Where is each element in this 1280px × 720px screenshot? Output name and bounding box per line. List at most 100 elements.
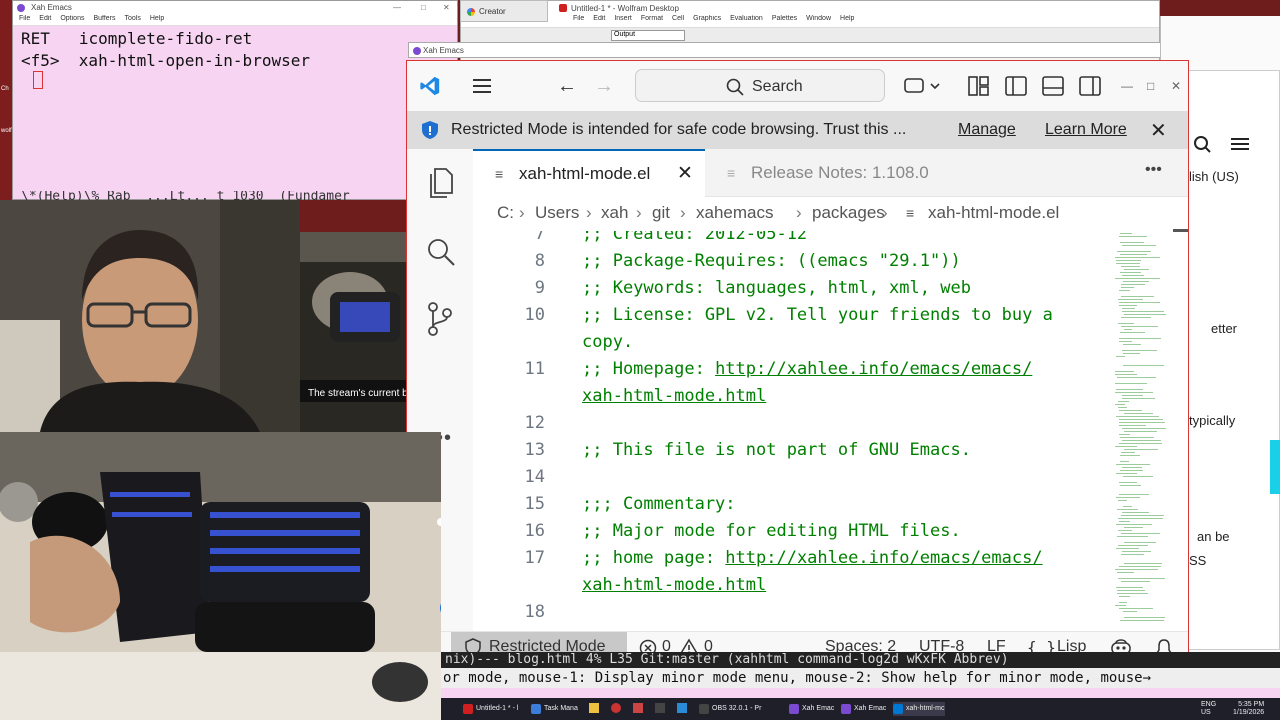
folder-icon[interactable]	[589, 703, 599, 713]
code-line[interactable]: copy.	[582, 332, 633, 352]
editor-scrollbar[interactable]	[1173, 229, 1188, 631]
menu-evaluation[interactable]: Evaluation	[730, 15, 763, 27]
close-banner-icon[interactable]: ✕	[1150, 118, 1167, 143]
emacs-icon	[17, 4, 25, 12]
menu-icon[interactable]	[1231, 137, 1249, 151]
code-line[interactable]: xah-html-mode.html	[582, 386, 766, 406]
comment-text: ;;; Commentary:	[582, 494, 736, 514]
tab-xah-html-mode[interactable]: ≡ xah-html-mode.el ✕	[473, 149, 705, 197]
search-icon[interactable]	[1193, 135, 1211, 153]
emacs-help-window[interactable]: Xah Emacs — □ ✕ File Edit Options Buffer…	[12, 0, 458, 203]
code-line[interactable]: ;; Major mode for editing HTML files.	[582, 521, 961, 541]
menu-graphics[interactable]: Graphics	[693, 15, 721, 27]
customize-layout-icon[interactable]	[968, 76, 990, 96]
tab-release-notes[interactable]: ≡ Release Notes: 1.108.0	[705, 149, 971, 197]
menu-buffers[interactable]: Buffers	[93, 15, 115, 25]
menu-format[interactable]: Format	[641, 15, 663, 27]
input-language[interactable]: ENG US	[1201, 701, 1216, 717]
keybinding-line: RET icomplete-fido-ret	[21, 29, 253, 48]
menu-cell[interactable]: Cell	[672, 15, 684, 27]
back-arrow-icon[interactable]: ←	[557, 75, 577, 97]
minimap-line	[1118, 299, 1143, 300]
forward-arrow-icon[interactable]: →	[594, 75, 614, 97]
code-line[interactable]: ;;; Commentary:	[582, 494, 736, 514]
breadcrumb-item[interactable]: C:	[497, 203, 514, 223]
breadcrumb-item[interactable]: packages	[812, 203, 885, 223]
clock[interactable]: 5:35 PM 1/19/2026	[1233, 701, 1264, 717]
code-line[interactable]: ;; Package-Requires: ((emacs "29.1"))	[582, 251, 961, 271]
menu-edit[interactable]: Edit	[593, 15, 605, 27]
manage-link[interactable]: Manage	[958, 121, 1016, 139]
minimize-icon[interactable]: —	[393, 3, 401, 12]
style-select[interactable]: Output	[611, 30, 685, 41]
code-line[interactable]: ;; License: GPL v2. Tell your friends to…	[582, 305, 1053, 325]
emacs-second-titlebar[interactable]: Xah Emacs	[408, 42, 1166, 58]
search-icon[interactable]	[426, 237, 456, 267]
command-center-search[interactable]: Search	[635, 69, 885, 102]
taskbar-item[interactable]: Untitled-1 * - l	[463, 702, 518, 716]
breadcrumb-item[interactable]: git	[652, 203, 670, 223]
minimap-line	[1122, 398, 1155, 399]
terminal-icon[interactable]	[655, 703, 665, 713]
app-icon[interactable]	[611, 703, 621, 713]
breadcrumb-item[interactable]: xah	[601, 203, 628, 223]
copilot-chat-icon[interactable]	[903, 75, 943, 97]
more-actions-icon[interactable]: •••	[1145, 161, 1162, 179]
toggle-panel-icon[interactable]	[1042, 76, 1064, 96]
code-line[interactable]: ;; This file is not part of GNU Emacs.	[582, 440, 971, 460]
code-line[interactable]: ;; Homepage: http://xahlee.info/emacs/em…	[582, 359, 1032, 379]
hamburger-menu-icon[interactable]	[473, 78, 491, 94]
editor-tabs: ≡ xah-html-mode.el ✕ ≡ Release Notes: 1.…	[473, 149, 1188, 197]
url-link[interactable]: xah-html-mode.html	[582, 386, 766, 406]
menu-tools[interactable]: Tools	[125, 15, 141, 25]
wolfram-menubar[interactable]: File Edit Insert Format Cell Graphics Ev…	[461, 15, 1159, 27]
taskbar-item[interactable]: OBS 32.0.1 - Pr	[699, 702, 761, 716]
minimap-line	[1121, 296, 1154, 297]
menu-options[interactable]: Options	[60, 15, 84, 25]
close-tab-icon[interactable]: ✕	[677, 150, 693, 198]
code-line[interactable]: ;; Keywords: languages, html, xml, web	[582, 278, 971, 298]
code-line[interactable]: xah-html-mode.html	[582, 575, 766, 595]
breadcrumb-item[interactable]: xahemacs	[696, 203, 773, 223]
url-link[interactable]: http://xahlee.info/emacs/emacs/	[725, 548, 1042, 568]
browser-tab[interactable]: Creator	[460, 0, 548, 22]
taskbar-item-active[interactable]: xah-html-mc	[893, 702, 945, 716]
desktop-edge: Ch wolf	[0, 0, 12, 200]
code-line[interactable]: ;; Created: 2012-05-12	[582, 231, 807, 244]
menu-insert[interactable]: Insert	[614, 15, 632, 27]
taskbar-item[interactable]: Xah Emac	[789, 702, 834, 716]
explorer-files-icon[interactable]	[426, 167, 454, 199]
minimap[interactable]	[1113, 231, 1173, 631]
menu-edit[interactable]: Edit	[39, 15, 51, 25]
close-icon[interactable]: ✕	[443, 3, 450, 12]
menu-window[interactable]: Window	[806, 15, 831, 27]
source-control-icon[interactable]	[426, 301, 454, 337]
menu-help[interactable]: Help	[840, 15, 854, 27]
scroll-marker	[1173, 229, 1188, 232]
minimize-icon[interactable]: —	[1121, 75, 1133, 97]
code-editor[interactable]: 7 ;; Created: 2012-05-12 8 ;; Package-Requi…	[473, 231, 1113, 631]
menu-help[interactable]: Help	[150, 15, 164, 25]
toggle-secondary-sidebar-icon[interactable]	[1079, 76, 1101, 96]
maximize-icon[interactable]: □	[1147, 75, 1154, 97]
taskbar-item[interactable]: Task Mana	[531, 702, 578, 716]
learn-more-link[interactable]: Learn More	[1045, 121, 1127, 139]
menu-file[interactable]: File	[573, 15, 584, 27]
breadcrumb-item[interactable]: xah-html-mode.el	[928, 203, 1059, 223]
vscode-window[interactable]: ← → Search — □ ✕ Restricted Mode is inte…	[406, 60, 1189, 660]
toggle-primary-sidebar-icon[interactable]	[1005, 76, 1027, 96]
url-link[interactable]: xah-html-mode.html	[582, 575, 766, 595]
url-link[interactable]: http://xahlee.info/emacs/emacs/	[715, 359, 1032, 379]
taskbar-item[interactable]: Xah Emac	[841, 702, 886, 716]
code-line[interactable]: ;; home page: http://xahlee.info/emacs/e…	[582, 548, 1043, 568]
app-icon[interactable]	[633, 703, 643, 713]
menu-palettes[interactable]: Palettes	[772, 15, 797, 27]
minimap-line	[1122, 467, 1142, 468]
maximize-icon[interactable]: □	[421, 3, 426, 12]
menu-file[interactable]: File	[19, 15, 30, 25]
breadcrumb-item[interactable]: Users	[535, 203, 579, 223]
app-icon[interactable]	[677, 703, 687, 713]
close-icon[interactable]: ✕	[1171, 75, 1181, 97]
minimap-line	[1124, 314, 1166, 315]
emacs-menubar[interactable]: File Edit Options Buffers Tools Help	[13, 15, 457, 26]
